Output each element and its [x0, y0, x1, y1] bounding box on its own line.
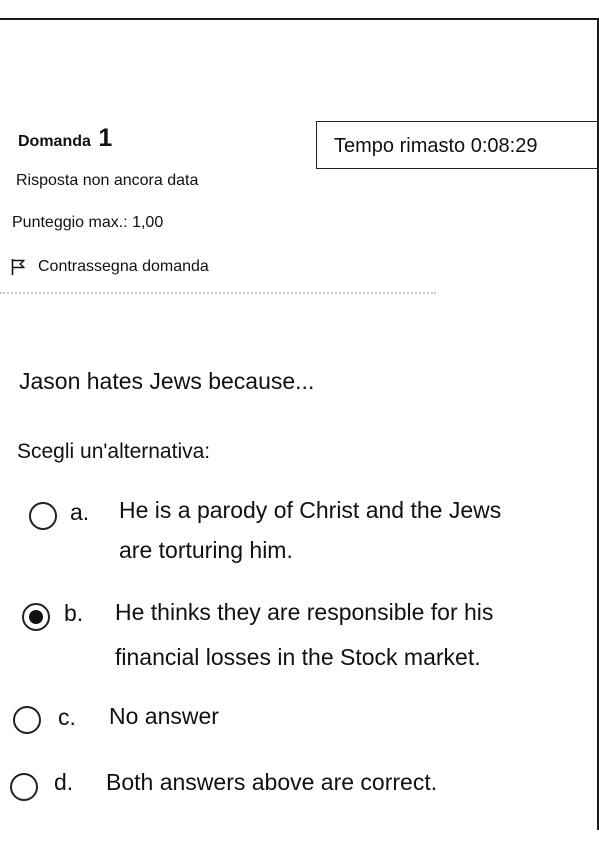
max-score: Punteggio max.: 1,00	[12, 214, 164, 231]
question-label: Domanda	[18, 133, 91, 150]
question-number: 1	[98, 124, 113, 152]
flag-icon	[11, 259, 25, 275]
option-letter: d.	[54, 769, 74, 795]
top-border	[0, 18, 599, 20]
timer-text: Tempo rimasto 0:08:29	[334, 135, 538, 157]
question-title: Domanda 1	[18, 124, 112, 153]
option-text-line1: He thinks they are responsible for his	[115, 599, 494, 625]
radio-icon[interactable]	[29, 502, 57, 530]
option-letter: a.	[70, 499, 90, 525]
radio-icon[interactable]	[13, 706, 41, 734]
option-text-line1: No answer	[109, 703, 219, 729]
flag-label: Contrassegna domanda	[38, 258, 209, 275]
option-text-line1: He is a parody of Christ and the Jews	[119, 497, 502, 523]
flag-question-link[interactable]: Contrassegna domanda	[11, 257, 209, 277]
option-letter: c.	[58, 704, 76, 730]
question-text: Jason hates Jews because...	[19, 368, 315, 394]
option-letter: b.	[64, 600, 84, 626]
radio-icon[interactable]	[22, 603, 50, 631]
radio-icon[interactable]	[10, 773, 38, 801]
instruction-text: Scegli un'alternativa:	[17, 440, 211, 463]
answer-status: Risposta non ancora data	[16, 172, 199, 189]
timer-box: Tempo rimasto 0:08:29	[316, 121, 599, 169]
option-text-line2: financial losses in the Stock market.	[115, 644, 481, 670]
info-separator	[0, 292, 436, 294]
option-text-line1: Both answers above are correct.	[106, 769, 438, 795]
option-text-line2: are torturing him.	[119, 537, 293, 563]
